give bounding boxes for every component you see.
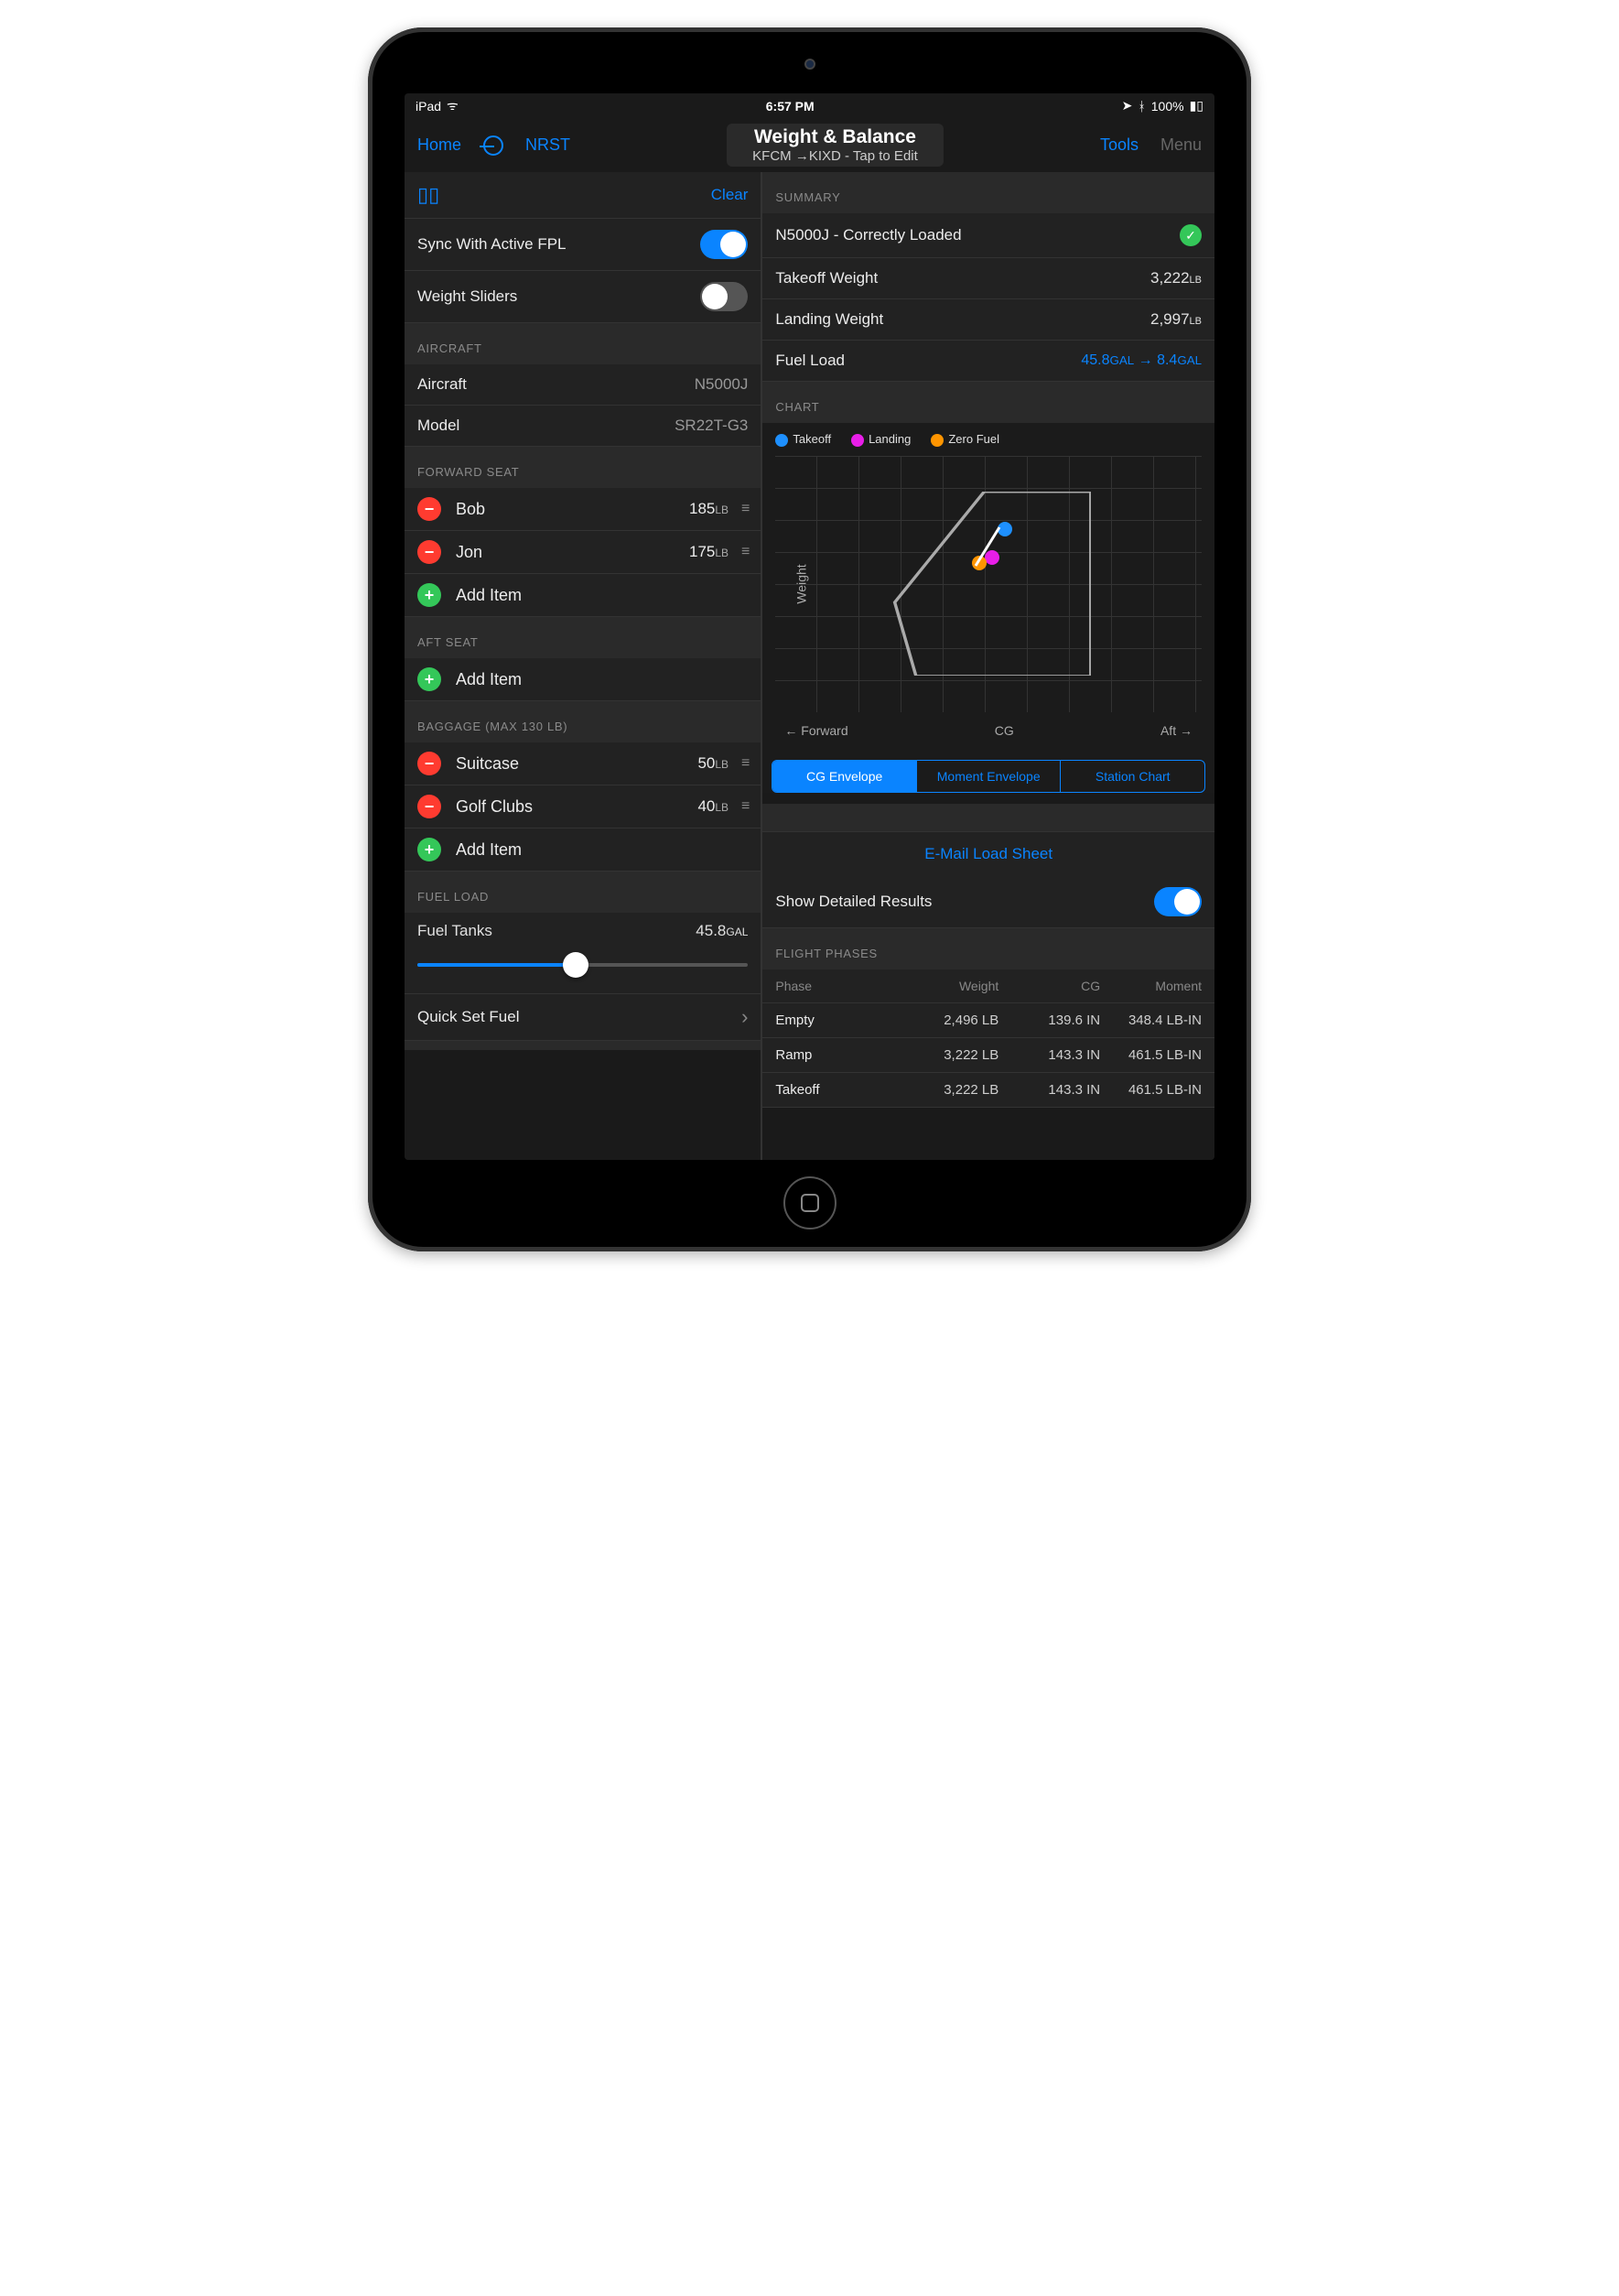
add-icon[interactable]: [417, 667, 441, 691]
add-forward-item[interactable]: Add Item: [405, 574, 761, 617]
aft-seat-header: AFT SEAT: [405, 617, 761, 658]
chart-legend: Takeoff Landing Zero Fuel: [762, 423, 1214, 456]
remove-icon[interactable]: [417, 497, 441, 521]
remove-icon[interactable]: [417, 795, 441, 818]
remove-icon[interactable]: [417, 540, 441, 564]
seg-moment-envelope[interactable]: Moment Envelope: [917, 761, 1062, 792]
nrst-button[interactable]: NRST: [525, 135, 570, 155]
x-cg-label: CG: [995, 723, 1014, 738]
sliders-row[interactable]: Weight Sliders: [405, 271, 761, 323]
model-row[interactable]: Model SR22T-G3: [405, 406, 761, 447]
table-row: Ramp3,222 LB143.3 IN461.5 LB-IN: [762, 1038, 1214, 1073]
x-aft-label: Aft →: [1160, 723, 1193, 738]
wifi-icon: ᯤ: [447, 97, 459, 114]
chart-header: CHART: [762, 382, 1214, 423]
aircraft-header: AIRCRAFT: [405, 323, 761, 364]
fuel-load-row: Fuel Load 45.8GAL → 8.4GAL: [762, 341, 1214, 382]
aircraft-row[interactable]: Aircraft N5000J: [405, 364, 761, 406]
zerofuel-dot-icon: [931, 434, 944, 447]
baggage-item[interactable]: Suitcase 50LB ≡: [405, 742, 761, 785]
location-icon: ➤: [1122, 98, 1133, 114]
fuel-tanks-label: Fuel Tanks: [417, 922, 492, 940]
time: 6:57 PM: [766, 99, 815, 114]
add-baggage-item[interactable]: Add Item: [405, 829, 761, 872]
drag-icon[interactable]: ≡: [741, 544, 748, 560]
table-row: Empty2,496 LB139.6 IN348.4 LB-IN: [762, 1003, 1214, 1038]
sync-toggle[interactable]: [700, 230, 748, 259]
takeoff-dot-icon: [775, 434, 788, 447]
detailed-toggle[interactable]: [1154, 887, 1202, 916]
baggage-header: BAGGAGE (MAX 130 LB): [405, 701, 761, 742]
book-icon[interactable]: ▯▯: [417, 183, 439, 207]
drag-icon[interactable]: ≡: [741, 798, 748, 815]
chart-type-selector[interactable]: CG Envelope Moment Envelope Station Char…: [772, 760, 1205, 793]
takeoff-weight-row: Takeoff Weight 3,222LB: [762, 258, 1214, 299]
device-label: iPad: [416, 99, 441, 114]
home-hardware-button[interactable]: [783, 1176, 836, 1229]
add-icon[interactable]: [417, 583, 441, 607]
baggage-item[interactable]: Golf Clubs 40LB ≡: [405, 785, 761, 829]
bluetooth-icon: ᚼ: [1138, 99, 1145, 114]
clear-button[interactable]: Clear: [711, 186, 749, 204]
y-axis-label: Weight: [794, 564, 809, 603]
load-status-row: N5000J - Correctly Loaded ✓: [762, 213, 1214, 258]
drag-icon[interactable]: ≡: [741, 501, 748, 517]
chevron-right-icon: [741, 1005, 748, 1029]
summary-header: SUMMARY: [762, 172, 1214, 213]
check-icon: ✓: [1180, 224, 1202, 246]
flight-phases-header: FLIGHT PHASES: [762, 928, 1214, 969]
cg-chart: Takeoff Landing Zero Fuel Weight ← Forwa…: [762, 423, 1214, 793]
sliders-toggle[interactable]: [700, 282, 748, 311]
fuel-load-header: FUEL LOAD: [405, 872, 761, 913]
detailed-results-row[interactable]: Show Detailed Results: [762, 876, 1214, 928]
page-subtitle: KFCM →KIXD - Tap to Edit: [752, 148, 918, 164]
landing-weight-row: Landing Weight 2,997LB: [762, 299, 1214, 341]
sync-row[interactable]: Sync With Active FPL: [405, 219, 761, 271]
page-title: Weight & Balance: [752, 126, 918, 148]
forward-seat-item[interactable]: Jon 175LB ≡: [405, 531, 761, 574]
add-icon[interactable]: [417, 838, 441, 861]
status-bar: iPad ᯤ 6:57 PM ➤ ᚼ 100% ▮▯: [405, 93, 1214, 118]
battery-percent: 100%: [1151, 99, 1184, 114]
forward-seat-item[interactable]: Bob 185LB ≡: [405, 488, 761, 531]
sync-label: Sync With Active FPL: [417, 235, 567, 254]
email-load-sheet[interactable]: E-Mail Load Sheet: [762, 831, 1214, 876]
landing-dot-icon: [851, 434, 864, 447]
direct-to-icon[interactable]: [483, 135, 503, 156]
seg-station-chart[interactable]: Station Chart: [1061, 761, 1204, 792]
table-row: Takeoff3,222 LB143.3 IN461.5 LB-IN: [762, 1073, 1214, 1108]
seg-cg-envelope[interactable]: CG Envelope: [772, 761, 917, 792]
nav-bar: Home NRST Weight & Balance KFCM →KIXD - …: [405, 118, 1214, 172]
add-aft-item[interactable]: Add Item: [405, 658, 761, 701]
drag-icon[interactable]: ≡: [741, 755, 748, 772]
title-button[interactable]: Weight & Balance KFCM →KIXD - Tap to Edi…: [727, 124, 944, 167]
battery-icon: ▮▯: [1190, 98, 1203, 114]
x-forward-label: ← Forward: [784, 723, 847, 738]
quick-set-fuel[interactable]: Quick Set Fuel: [405, 994, 761, 1041]
home-button[interactable]: Home: [417, 135, 461, 155]
top-row: ▯▯ Clear: [405, 172, 761, 219]
fuel-slider[interactable]: [417, 951, 748, 979]
phases-table-header: Phase Weight CG Moment: [762, 969, 1214, 1003]
forward-seat-header: FORWARD SEAT: [405, 447, 761, 488]
remove-icon[interactable]: [417, 752, 441, 775]
tools-button[interactable]: Tools: [1100, 135, 1139, 155]
menu-button[interactable]: Menu: [1160, 135, 1202, 155]
fuel-tanks-row: Fuel Tanks 45.8GAL: [405, 913, 761, 994]
sliders-label: Weight Sliders: [417, 287, 517, 306]
